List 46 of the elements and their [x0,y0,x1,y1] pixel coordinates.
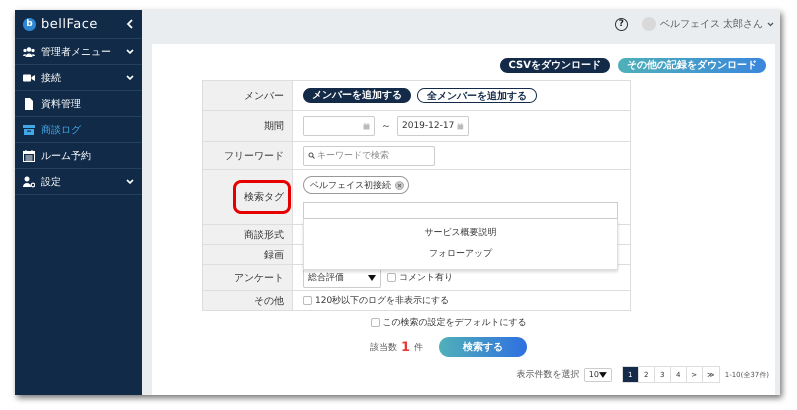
download-button[interactable]: CSVをダウンロード [500,58,610,73]
form-label: メンバー [244,90,284,102]
collapse-chevron-icon [126,19,134,29]
result-unit: 件 [414,342,424,354]
document-icon [23,98,35,110]
result-label: 該当数 [370,342,397,354]
form-label: 録画 [264,248,284,262]
user-gear-icon [23,176,35,188]
caret-icon [767,22,774,26]
per-page-label: 表示件数を選択 [516,368,580,381]
logo-icon: b [23,18,36,30]
calendar-icon [23,150,35,162]
date-field[interactable] [303,116,375,136]
dropdown-option[interactable]: サービス概要説明 [304,223,617,244]
per-page-select[interactable]: 10 [584,368,612,382]
search-field[interactable]: キーワードで検索 [303,146,435,166]
form-label: 検索タグ [244,190,284,204]
form-label: フリーワード [224,150,284,162]
checkbox[interactable]: コメント有り [387,271,453,284]
remove-icon [395,180,404,190]
tag-input-field[interactable] [303,202,618,219]
brand-name: bellFace [41,16,99,32]
tag-chip[interactable]: ベルフェイス初接続 [303,176,409,194]
archive-box-icon [23,124,35,136]
form-label: アンケート [234,272,284,284]
checkbox[interactable]: 120秒以下のログを非表示にする [303,294,450,307]
form-label: 期間 [264,120,284,133]
dropdown-triangle-icon [368,274,376,280]
range-separator: ～ [381,120,391,133]
checkbox[interactable]: この検索の設定をデフォルトにする [370,316,526,329]
form-label: 商談形式 [244,228,284,242]
form-label: その他 [254,294,284,308]
calendar-icon [457,122,464,130]
people-icon [23,46,35,58]
video-camera-icon [23,72,35,84]
calendar-icon [363,122,370,130]
help-button[interactable]: ? [614,18,628,30]
dropdown-triangle-icon [598,372,607,378]
result-count: 1 [400,340,410,354]
dropdown-option[interactable]: フォローアップ [304,244,617,265]
add-member-button[interactable]: メンバーを追加する [303,88,411,103]
user-menu[interactable]: ベルフェイス 太郎さん [642,17,774,31]
add-member-button[interactable]: 全メンバーを追加する [417,88,537,103]
search-icon [308,152,315,159]
date-field[interactable]: 2019-12-17 [397,116,469,136]
search-button[interactable]: 検索する [439,337,528,357]
